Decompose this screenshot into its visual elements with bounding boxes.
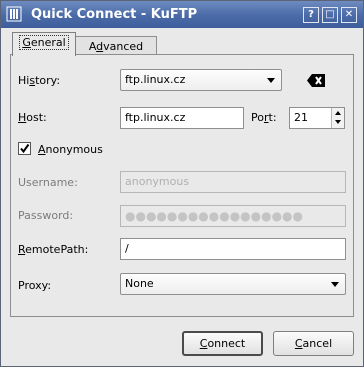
password-mask: ●●●●●●●●●●●●●●●●● [125, 209, 304, 223]
tab-general[interactable]: General [12, 32, 76, 56]
password-input[interactable]: ●●●●●●●●●●●●●●●●● [120, 205, 346, 227]
history-label: History: [18, 74, 61, 87]
chevron-down-icon [267, 78, 275, 83]
chevron-down-icon [331, 282, 339, 287]
proxy-label: Proxy: [18, 279, 52, 292]
quick-connect-window: Quick Connect - KuFTP ? □ ✕ General Adva… [0, 0, 364, 367]
cancel-button[interactable]: Cancel [273, 331, 354, 356]
username-input[interactable]: anonymous [120, 171, 346, 193]
port-spinbox[interactable]: 21 [289, 107, 345, 129]
maximize-button[interactable]: □ [322, 7, 338, 23]
port-value: 21 [294, 111, 308, 124]
spin-up-icon[interactable] [335, 111, 341, 115]
anonymous-checkbox[interactable] [18, 142, 31, 155]
checkmark-icon [20, 143, 30, 154]
close-button[interactable]: ✕ [341, 7, 357, 23]
connect-button[interactable]: Connect [182, 331, 263, 356]
proxy-combo[interactable]: None [120, 273, 346, 295]
tab-general-label: General [19, 35, 69, 50]
password-label: Password: [18, 209, 74, 222]
host-input[interactable]: ftp.linux.cz [120, 107, 244, 129]
host-label: Host: [18, 111, 47, 124]
window-title: Quick Connect - KuFTP [31, 7, 198, 22]
clear-history-icon[interactable] [307, 74, 325, 87]
history-combo[interactable]: ftp.linux.cz [120, 69, 282, 91]
port-label: Port: [251, 111, 277, 124]
history-value: ftp.linux.cz [125, 73, 186, 86]
remote-path-label: RemotePath: [18, 243, 89, 256]
port-spin-buttons[interactable] [331, 108, 344, 128]
help-button[interactable]: ? [303, 7, 319, 23]
anonymous-label[interactable]: Anonymous [38, 143, 103, 156]
remote-path-input[interactable]: / [120, 238, 346, 260]
tab-advanced-label: Advanced [88, 40, 144, 53]
username-label: Username: [18, 176, 78, 189]
spin-down-icon[interactable] [335, 120, 341, 124]
kuftp-app-icon [6, 6, 22, 22]
proxy-value: None [125, 277, 154, 290]
title-bar[interactable]: Quick Connect - KuFTP ? □ ✕ [1, 1, 363, 28]
